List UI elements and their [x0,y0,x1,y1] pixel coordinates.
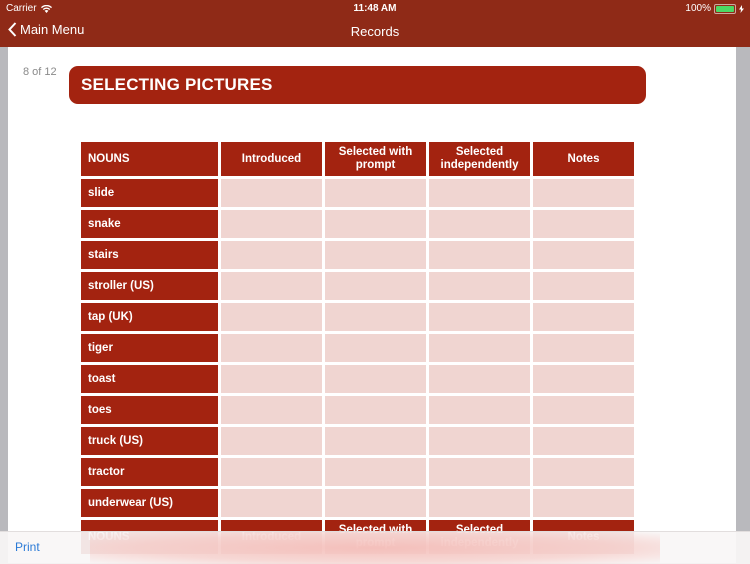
column-header: NOUNS [81,142,218,176]
table-row: snake [81,210,634,238]
noun-label: toast [81,365,218,393]
record-cell[interactable] [221,272,322,300]
battery-icon [714,3,736,14]
record-cell[interactable] [533,458,634,486]
noun-label: tap (UK) [81,303,218,331]
record-cell[interactable] [533,272,634,300]
record-cell[interactable] [325,489,426,517]
column-header: Selected with prompt [325,142,426,176]
record-cell[interactable] [429,489,530,517]
record-cell[interactable] [325,458,426,486]
record-cell[interactable] [533,365,634,393]
status-time: 11:48 AM [353,3,397,14]
table-row: stroller (US) [81,272,634,300]
noun-label: tiger [81,334,218,362]
column-header: Selected independently [429,142,530,176]
noun-label: stairs [81,241,218,269]
record-cell[interactable] [429,458,530,486]
battery-indicator: 100% [685,3,744,14]
noun-label: truck (US) [81,427,218,455]
battery-percent: 100% [685,3,711,14]
record-cell[interactable] [325,334,426,362]
table-row: toast [81,365,634,393]
record-cell[interactable] [533,489,634,517]
table-row: slide [81,179,634,207]
record-cell[interactable] [533,427,634,455]
records-table: NOUNS Introduced Selected with prompt Selec… [78,139,637,557]
record-cell[interactable] [533,241,634,269]
document-page[interactable]: 8 of 12 SELECTING PICTURES NOUNS Introduc… [8,47,736,563]
record-cell[interactable] [533,179,634,207]
record-cell[interactable] [325,396,426,424]
record-cell[interactable] [429,179,530,207]
record-cell[interactable] [221,241,322,269]
table-header-row: NOUNS Introduced Selected with prompt Selec… [81,142,634,176]
record-cell[interactable] [221,303,322,331]
table-row: stairs [81,241,634,269]
record-cell[interactable] [533,396,634,424]
record-cell[interactable] [221,427,322,455]
record-cell[interactable] [429,272,530,300]
record-cell[interactable] [429,241,530,269]
record-cell[interactable] [429,334,530,362]
page-indicator: 8 of 12 [23,66,57,78]
record-cell[interactable] [429,303,530,331]
table-row: truck (US) [81,427,634,455]
record-cell[interactable] [325,427,426,455]
record-cell[interactable] [325,241,426,269]
record-cell[interactable] [325,210,426,238]
table-row: underwear (US) [81,489,634,517]
record-cell[interactable] [533,210,634,238]
record-cell[interactable] [325,303,426,331]
record-cell[interactable] [221,210,322,238]
table-row: tiger [81,334,634,362]
noun-label: slide [81,179,218,207]
noun-label: underwear (US) [81,489,218,517]
table-row: tap (UK) [81,303,634,331]
status-bar: Carrier 11:48 AM 100% [0,0,750,16]
record-cell[interactable] [533,303,634,331]
print-button[interactable]: Print [15,540,40,554]
record-cell[interactable] [221,489,322,517]
table-row: tractor [81,458,634,486]
navigation-bar: Carrier 11:48 AM 100% Main Menu Records [0,0,750,47]
record-cell[interactable] [221,179,322,207]
record-cell[interactable] [429,365,530,393]
column-header: Notes [533,142,634,176]
record-cell[interactable] [221,365,322,393]
section-banner: SELECTING PICTURES [69,66,646,104]
record-cell[interactable] [325,272,426,300]
noun-label: snake [81,210,218,238]
record-cell[interactable] [221,396,322,424]
noun-label: tractor [81,458,218,486]
record-cell[interactable] [533,334,634,362]
record-cell[interactable] [429,396,530,424]
record-cell[interactable] [325,365,426,393]
record-cell[interactable] [429,210,530,238]
noun-label: stroller (US) [81,272,218,300]
page-title: Records [350,24,400,39]
charging-bolt-icon [739,4,744,13]
table-row: toes [81,396,634,424]
noun-label: toes [81,396,218,424]
column-header: Introduced [221,142,322,176]
bottom-toolbar: Print [0,531,750,564]
record-cell[interactable] [429,427,530,455]
record-cell[interactable] [221,334,322,362]
record-cell[interactable] [221,458,322,486]
record-cell[interactable] [325,179,426,207]
